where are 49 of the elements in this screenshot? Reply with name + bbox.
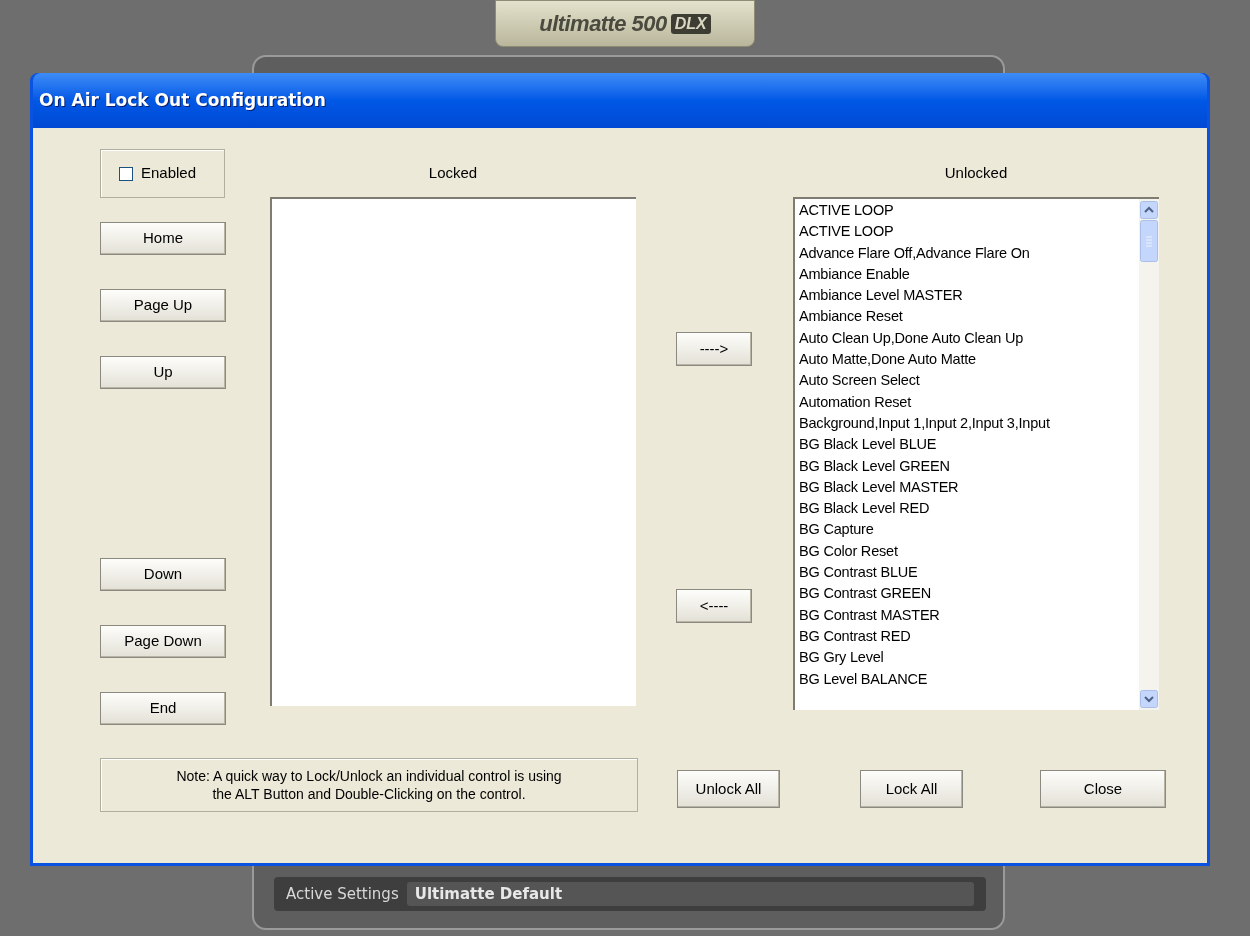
button[interactable]: Page Up — [100, 289, 226, 322]
logo-badge: DLX — [670, 13, 711, 34]
unlocked-list[interactable] — [793, 197, 1159, 710]
list-item[interactable]: BG Level BALANCE — [799, 668, 1139, 690]
list-item[interactable]: ACTIVE LOOP — [799, 221, 1139, 243]
button[interactable]: Lock All — [860, 770, 963, 808]
list-item[interactable]: Advance Flare Off,Advance Flare On — [799, 242, 1139, 264]
window-title: On Air Lock Out Configuration — [39, 88, 326, 112]
list-item[interactable]: BG Contrast RED — [799, 625, 1139, 648]
button[interactable]: Up — [100, 356, 226, 389]
list-item[interactable]: Ambiance Level MASTER — [799, 285, 1139, 307]
list-item[interactable]: Automation Reset — [799, 391, 1139, 413]
list-item[interactable]: BG Contrast GREEN — [799, 583, 1139, 605]
button[interactable]: Unlock All — [677, 770, 780, 808]
checkbox[interactable] — [119, 166, 133, 181]
logo-text: ultimatte 500 — [539, 10, 667, 38]
list-item[interactable]: BG Black Level RED — [799, 498, 1139, 520]
list-item[interactable]: Background,Input 1,Input 2,Input 3,Input — [799, 412, 1139, 435]
list-item[interactable]: Ambiance Reset — [799, 306, 1139, 328]
button[interactable]: Down — [100, 558, 226, 591]
button[interactable]: ----> — [676, 332, 752, 366]
list-item[interactable]: Auto Screen Select — [799, 370, 1139, 392]
list-item[interactable]: BG Capture — [799, 519, 1139, 541]
list-item[interactable]: ACTIVE LOOP — [799, 200, 1139, 222]
list-item[interactable]: Auto Matte,Done Auto Matte — [799, 349, 1139, 371]
list-item[interactable]: Auto Clean Up,Done Auto Clean Up — [799, 327, 1139, 350]
list-item[interactable]: BG Black Level GREEN — [799, 455, 1139, 477]
active-settings-value: Ultimatte Default — [406, 882, 974, 906]
list-item[interactable]: BG Contrast MASTER — [799, 604, 1139, 626]
scroll-down-icon[interactable] — [1140, 690, 1158, 708]
list-item[interactable]: BG Contrast BLUE — [799, 562, 1139, 584]
button[interactable]: End — [100, 692, 226, 725]
button[interactable]: Home — [100, 222, 226, 255]
checkbox-label: Enabled — [141, 163, 197, 184]
button[interactable]: Close — [1040, 770, 1166, 808]
list-item[interactable]: BG Color Reset — [799, 540, 1139, 563]
list-item[interactable]: BG Black Level BLUE — [799, 434, 1139, 456]
button[interactable]: <---- — [676, 589, 752, 623]
list-item[interactable]: BG Gry Level — [799, 647, 1139, 669]
scrollbar[interactable] — [1139, 199, 1159, 710]
list-item[interactable]: BG Black Level MASTER — [799, 476, 1139, 499]
scroll-thumb[interactable] — [1140, 220, 1158, 262]
active-settings-label: Active Settings — [286, 883, 399, 905]
locked-heading: Locked — [428, 163, 478, 183]
scroll-up-icon[interactable] — [1140, 201, 1158, 219]
note-text: Note: A quick way to Lock/Unlock an individual control is using the ALT Button and Double-Clicking on the control. — [176, 767, 562, 803]
button[interactable]: Page Down — [100, 625, 226, 658]
list-item[interactable]: Ambiance Enable — [799, 263, 1139, 286]
unlocked-heading: Unlocked — [944, 163, 1008, 183]
